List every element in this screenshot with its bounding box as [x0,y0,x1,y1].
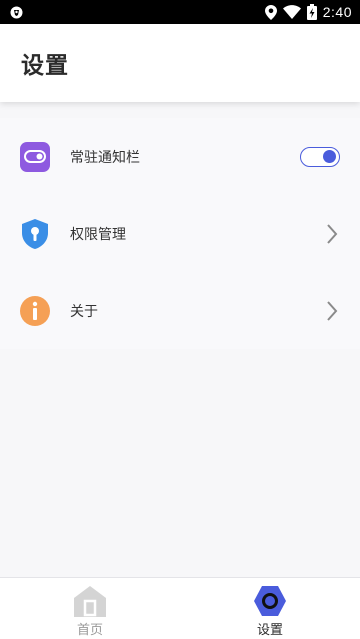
settings-item-about[interactable]: 关于 [0,272,360,349]
settings-item-label: 关于 [70,303,98,320]
home-icon [74,586,106,617]
battery-charging-icon [306,4,317,20]
settings-item-label: 常驻通知栏 [70,149,140,166]
tab-label: 首页 [76,623,103,638]
location-icon [264,4,277,20]
settings-item-persistent-notification[interactable]: 常驻通知栏 [0,118,360,195]
tab-settings[interactable]: 设置 [180,578,360,639]
settings-item-permissions[interactable]: 权限管理 [0,195,360,272]
persistent-notification-toggle[interactable] [300,146,340,167]
app-bar: 设置 [0,24,360,102]
hexagon-settings-icon [254,586,286,616]
shield-keyhole-icon [22,218,48,249]
wifi-icon [282,5,301,19]
app-notification-icon [10,6,23,18]
page-title: 设置 [21,53,69,79]
chevron-right-icon [327,300,338,321]
notification-toggle-icon [20,141,50,172]
settings-item-label: 权限管理 [70,226,126,243]
status-bar: 2:40 [0,0,360,24]
bottom-nav: 首页 设置 [0,577,360,639]
settings-list: 常驻通知栏 权限管理 关于 [0,118,360,349]
status-time: 2:40 [322,4,352,20]
tab-home[interactable]: 首页 [0,578,180,639]
chevron-right-icon [327,223,338,244]
tab-label: 设置 [256,623,283,638]
toggle-knob [323,149,336,163]
info-icon [20,295,50,326]
